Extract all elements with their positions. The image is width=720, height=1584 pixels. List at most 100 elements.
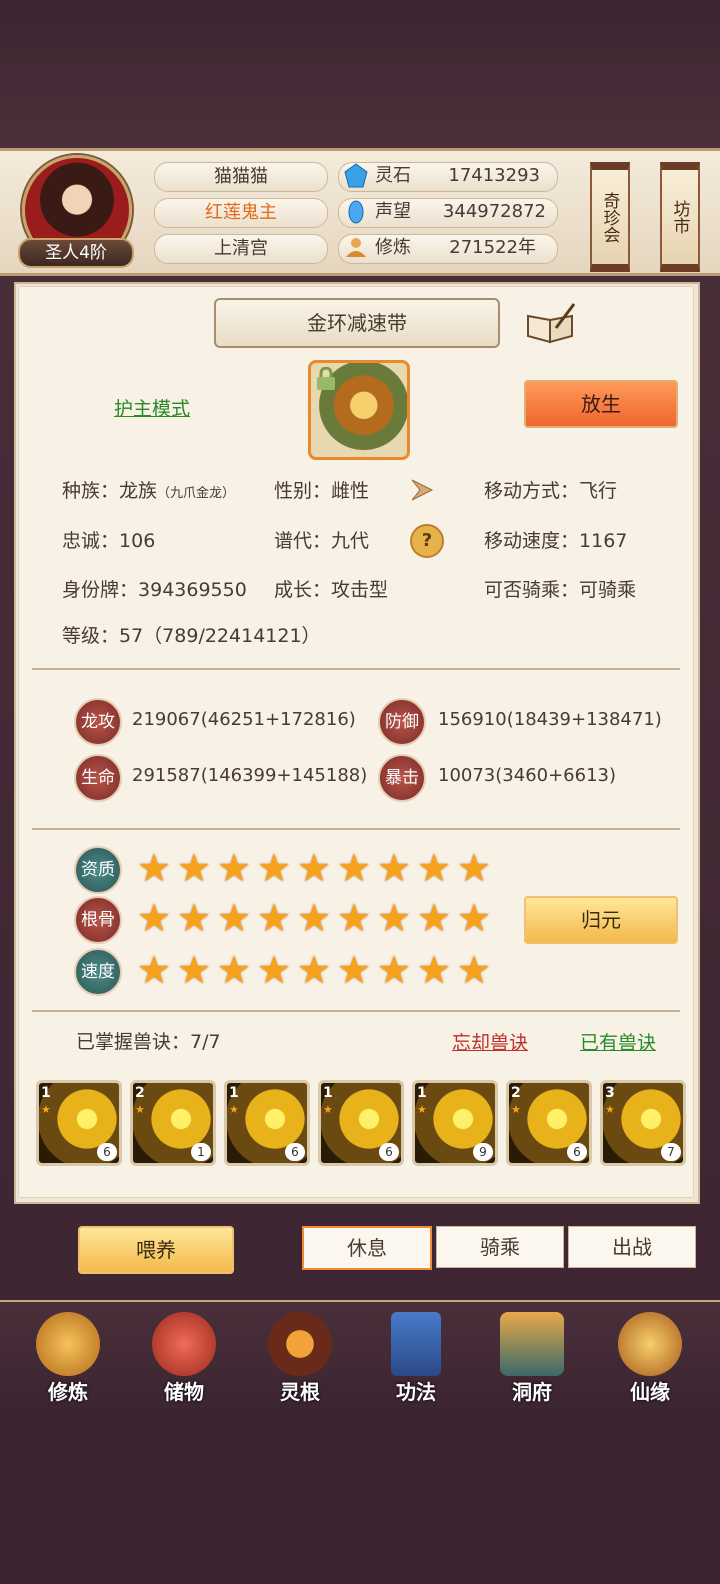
release-button[interactable]: 放生: [524, 380, 678, 428]
star-icon: ★: [135, 1103, 145, 1116]
move-speed-info: 移动速度：1167: [484, 527, 627, 555]
nav-item-technique[interactable]: 功法: [366, 1312, 466, 1416]
skill-count: 6: [379, 1143, 399, 1161]
market-button[interactable]: 坊市: [660, 162, 700, 272]
movement-value: 飞行: [579, 480, 618, 502]
race-label: 种族：: [62, 480, 120, 502]
spirit-root-icon: [268, 1312, 332, 1376]
forget-skill-link[interactable]: 忘却兽诀: [452, 1028, 528, 1055]
move-speed-label: 移动速度：: [484, 530, 580, 552]
skill-level: 2: [135, 1085, 145, 1101]
guard-mode-link[interactable]: 护主模式: [114, 394, 190, 421]
star-icon: ★: [136, 896, 172, 940]
nav-label: 储物: [164, 1380, 204, 1404]
nav-item-cultivate[interactable]: 修炼: [18, 1312, 118, 1416]
star-icon: ★: [296, 896, 332, 940]
level-info: 等级：57（789/22414121）: [62, 625, 321, 647]
movement-label: 移动方式：: [484, 480, 580, 502]
quality-stars-speed: ★ ★ ★ ★ ★ ★ ★ ★ ★: [136, 948, 492, 992]
help-icon[interactable]: ?: [410, 524, 444, 558]
star-icon: ★: [376, 948, 412, 992]
star-icon: ★: [336, 948, 372, 992]
nav-label: 灵根: [280, 1380, 320, 1404]
storage-bag-icon: [152, 1312, 216, 1376]
growth-value: 攻击型: [331, 579, 389, 601]
star-icon: ★: [376, 846, 412, 890]
player-title: 红莲鬼主: [154, 198, 328, 228]
race-value: 龙族: [119, 480, 158, 502]
stat-icon-crit: 暴击: [378, 754, 426, 802]
id-card-value: 394369550: [138, 579, 247, 601]
tab-rest[interactable]: 休息: [302, 1226, 432, 1270]
skill-slot[interactable]: 2 ★ 1: [130, 1080, 216, 1166]
cultivate-icon: [36, 1312, 100, 1376]
technique-book-icon: [391, 1312, 441, 1376]
nav-label: 仙缘: [630, 1380, 670, 1404]
gender-swap-arrow-icon[interactable]: [408, 474, 442, 506]
nav-item-spirit-root[interactable]: 灵根: [250, 1312, 350, 1416]
skill-slot[interactable]: 3 ★ 7: [600, 1080, 686, 1166]
feed-button[interactable]: 喂养: [78, 1226, 234, 1274]
star-icon: ★: [216, 948, 252, 992]
stat-icon-attack: 龙攻: [74, 698, 122, 746]
star-icon: ★: [176, 846, 212, 890]
nav-item-storage[interactable]: 储物: [134, 1312, 234, 1416]
skill-count: 6: [285, 1143, 305, 1161]
treasure-fair-button[interactable]: 奇珍会: [590, 162, 630, 272]
loyalty-label: 忠诚：: [62, 530, 120, 552]
skill-level: 1: [229, 1085, 239, 1101]
stat-value-crit: 10073(3460+6613): [438, 765, 617, 786]
nav-item-cave[interactable]: 洞府: [482, 1312, 582, 1416]
skill-level: 1: [323, 1085, 333, 1101]
star-icon: ★: [216, 896, 252, 940]
star-icon: ★: [256, 896, 292, 940]
resource-value-reputation: 344972872: [442, 201, 546, 222]
growth-label: 成长：: [274, 579, 332, 601]
skill-count: 6: [567, 1143, 587, 1161]
stat-value-hp: 291587(146399+145188): [132, 765, 368, 786]
star-icon: ★: [296, 948, 332, 992]
divider: [32, 1010, 680, 1012]
star-icon: ★: [216, 846, 252, 890]
race-sub: （九爪金龙）: [157, 486, 236, 501]
skill-slot[interactable]: 1 ★ 6: [224, 1080, 310, 1166]
pet-portrait[interactable]: [308, 360, 410, 460]
stat-value-attack: 219067(46251+172816): [132, 709, 356, 730]
skill-slot[interactable]: 2 ★ 6: [506, 1080, 592, 1166]
tab-ride[interactable]: 骑乘: [436, 1226, 564, 1268]
loyalty-value: 106: [119, 530, 156, 552]
cultivation-icon: [346, 238, 366, 257]
skill-count: 7: [661, 1143, 681, 1161]
return-origin-button[interactable]: 归元: [524, 896, 678, 944]
gender-value: 雌性: [331, 480, 370, 502]
star-icon: ★: [456, 948, 492, 992]
star-icon: ★: [336, 896, 372, 940]
resource-value-spirit-stone: 17413293: [448, 165, 540, 186]
star-icon: ★: [456, 896, 492, 940]
star-icon: ★: [376, 896, 412, 940]
skill-count: 1: [191, 1143, 211, 1161]
resource-label-cultivation: 修炼: [375, 237, 411, 258]
gourd-icon: [618, 1312, 682, 1376]
loyalty-info: 忠诚：106: [62, 527, 155, 555]
star-icon: ★: [416, 846, 452, 890]
book-quill-icon[interactable]: [526, 302, 576, 344]
nav-item-fate[interactable]: 仙缘: [600, 1312, 700, 1416]
nav-label: 修炼: [48, 1380, 88, 1404]
stat-icon-hp: 生命: [74, 754, 122, 802]
resource-label-reputation: 声望: [375, 201, 411, 222]
star-icon: ★: [323, 1103, 333, 1116]
stat-value-defense: 156910(18439+138471): [438, 709, 662, 730]
tab-battle[interactable]: 出战: [568, 1226, 696, 1268]
rideable-info: 可否骑乘：可骑乘: [484, 576, 636, 604]
gender-label: 性别：: [274, 480, 332, 502]
star-icon: ★: [296, 846, 332, 890]
star-icon: ★: [336, 846, 372, 890]
skill-slot[interactable]: 1 ★ 6: [318, 1080, 404, 1166]
skill-slot[interactable]: 1 ★ 6: [36, 1080, 122, 1166]
owned-skills-link[interactable]: 已有兽诀: [580, 1028, 656, 1055]
skill-count: 6: [97, 1143, 117, 1161]
skill-slot[interactable]: 1 ★ 9: [412, 1080, 498, 1166]
resource-value-cultivation: 271522年: [449, 237, 536, 258]
quality-icon-bone: 根骨: [74, 896, 122, 944]
